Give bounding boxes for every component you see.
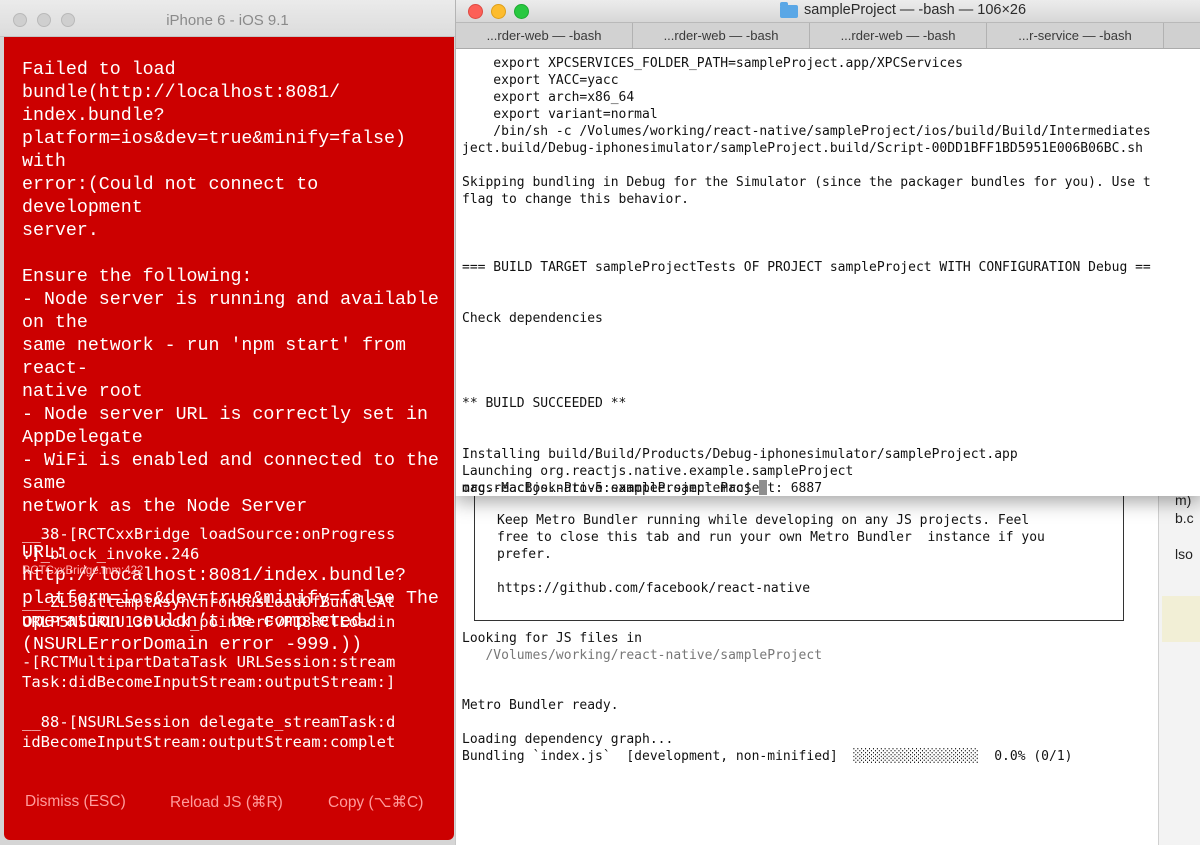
metro-bundling-progress: Bundling `index.js` [development, non-mi… (462, 749, 1073, 764)
metro-terminal-window: Keep Metro Bundler running while develop… (455, 490, 1200, 845)
terminal-output: export XPCSERVICES_FOLDER_PATH=samplePro… (462, 56, 1151, 496)
metro-path-text: /Volumes/working/react-native/sampleProj… (462, 648, 823, 663)
terminal-title: sampleProject — -bash — 106×26 (804, 2, 1027, 18)
terminal-cursor (759, 480, 768, 495)
stack-frame-function: -[RCTMultipartDataTask URLSession:stream… (22, 653, 396, 691)
background-note (1162, 596, 1200, 642)
stack-frame-function: __88-[NSURLSession delegate_streamTask:d… (22, 713, 396, 751)
metro-info-text: Keep Metro Bundler running while develop… (497, 513, 1045, 596)
stack-frame-function: __38-[RCTCxxBridge loadSource:onProgress… (22, 525, 396, 563)
close-icon[interactable] (468, 4, 483, 19)
side-fragment: lso (1175, 546, 1193, 562)
terminal-tabs: ...rder-web — -bash ...rder-web — -bash … (456, 23, 1200, 49)
metro-looking-text: Looking for JS files in (462, 631, 643, 646)
dismiss-button[interactable]: Dismiss (ESC) (25, 793, 126, 811)
terminal-window: sampleProject — -bash — 106×26 ...rder-w… (455, 0, 1200, 496)
terminal-tab[interactable]: ...rder-web — -bash (456, 23, 633, 48)
stack-frame-file: RCTCxxBridge.mm:422 (22, 565, 144, 577)
metro-info-box: Keep Metro Bundler running while develop… (474, 490, 1124, 621)
simulator-window: iPhone 6 - iOS 9.1 Failed to load bundle… (0, 0, 455, 845)
simulator-titlebar: iPhone 6 - iOS 9.1 (0, 0, 455, 37)
terminal-tab[interactable]: ...r-service — -bash (987, 23, 1164, 48)
stack-frame[interactable]: ___ZL36attemptAsynchronousLoadOfBundleAt… (22, 592, 442, 632)
metro-loading-text: Loading dependency graph... (462, 732, 674, 747)
background-window-edge: m) b.c lso (1158, 490, 1200, 845)
terminal-titlebar: sampleProject — -bash — 106×26 (456, 0, 1200, 23)
terminal-prompt: macs-MacBook-Pro-5:sampleProject mac$ (462, 481, 760, 496)
copy-button[interactable]: Copy (⌥⌘C) (328, 793, 423, 812)
zoom-icon[interactable] (514, 4, 529, 19)
stack-frame[interactable]: -[RCTMultipartDataTask URLSession:stream… (22, 652, 442, 692)
terminal-tab[interactable]: ...rder-web — -bash (633, 23, 810, 48)
stack-frame[interactable]: __38-[RCTCxxBridge loadSource:onProgress… (22, 524, 442, 578)
simulator-title: iPhone 6 - iOS 9.1 (166, 12, 289, 29)
minimize-icon[interactable] (491, 4, 506, 19)
stack-frame-function: ___ZL36attemptAsynchronousLoadOfBundleAt… (22, 593, 396, 631)
side-fragment: b.c (1175, 510, 1194, 526)
stack-frame[interactable]: __88-[NSURLSession delegate_streamTask:d… (22, 712, 442, 752)
terminal-prompt-line: macs-MacBook-Pro-5:sampleProject mac$ (462, 480, 768, 496)
metro-ready-text: Metro Bundler ready. (462, 698, 619, 713)
redbox-error-screen: Failed to load bundle(http://localhost:8… (4, 37, 454, 840)
reload-js-button[interactable]: Reload JS (⌘R) (170, 793, 283, 812)
folder-icon (780, 2, 798, 18)
terminal-tab[interactable]: ...rder-web — -bash (810, 23, 987, 48)
